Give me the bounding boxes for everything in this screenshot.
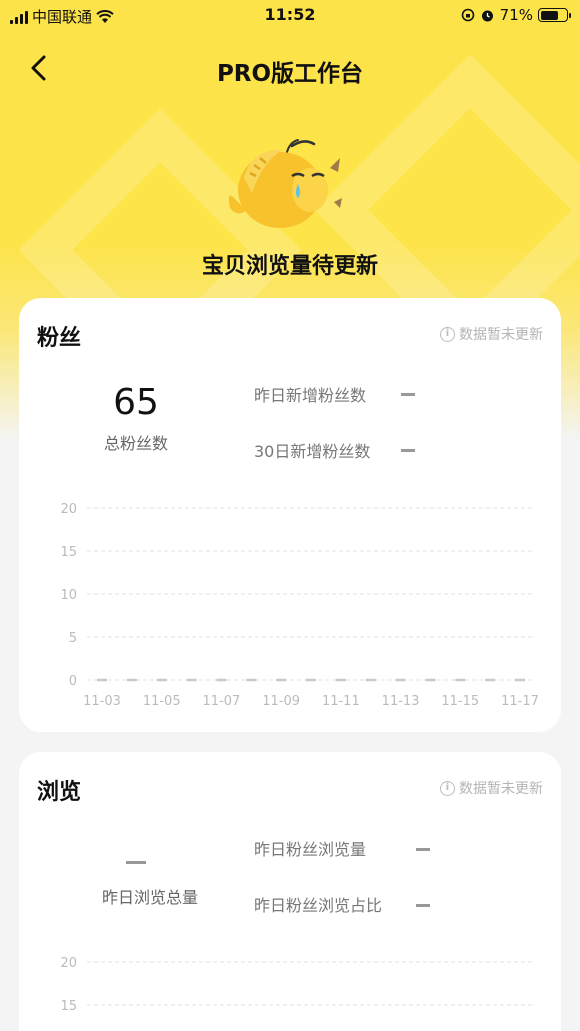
views-card-title: 浏览 bbox=[37, 780, 82, 805]
total-fans-label: 总粉丝数 bbox=[103, 434, 168, 453]
y-tick-label: 15 bbox=[60, 545, 77, 560]
fans-card: 粉丝 i 数据暂未更新 65 总粉丝数 昨日新增粉丝数 30日新增粉丝数 0 5 1… bbox=[19, 298, 561, 732]
y-tick-label: 20 bbox=[60, 502, 77, 517]
mascot-illustration bbox=[228, 139, 342, 228]
y-tick-label: 20 bbox=[60, 956, 77, 971]
yesterday-fan-views-label: 昨日粉丝浏览量 bbox=[254, 840, 367, 859]
fans-data-note[interactable]: i 数据暂未更新 bbox=[440, 324, 543, 344]
x-tick-label: 11-07 bbox=[203, 694, 241, 709]
rotation-lock-icon bbox=[461, 8, 474, 22]
month-new-fans-value bbox=[401, 449, 415, 452]
y-tick-label: 5 bbox=[69, 631, 77, 646]
fans-trend-chart: 0 5 10 15 20 11-03 11-05 11-07 11-09 11-11 11-13 11… bbox=[60, 502, 539, 709]
views-note-text: 数据暂未更新 bbox=[459, 781, 543, 797]
info-icon: i bbox=[440, 326, 455, 342]
x-tick-label: 11-03 bbox=[83, 694, 121, 709]
x-tick-label: 11-09 bbox=[262, 694, 300, 709]
views-trend-chart: 1520 bbox=[60, 956, 535, 1014]
x-tick-label: 11-17 bbox=[501, 694, 539, 709]
info-icon: i bbox=[440, 780, 455, 796]
yesterday-fan-views-value bbox=[416, 848, 430, 851]
yesterday-new-fans-value bbox=[401, 393, 415, 396]
fans-note-text: 数据暂未更新 bbox=[459, 327, 543, 343]
x-tick-label: 11-15 bbox=[441, 694, 479, 709]
battery-icon bbox=[538, 8, 571, 22]
y-tick-label: 10 bbox=[60, 588, 77, 603]
x-tick-label: 11-13 bbox=[382, 694, 420, 709]
battery-percent: 71% bbox=[499, 6, 533, 24]
month-new-fans-label: 30日新增粉丝数 bbox=[254, 442, 371, 461]
alarm-icon bbox=[481, 10, 493, 21]
total-views-value bbox=[126, 861, 146, 864]
status-bar: 中国联通 11:52 71% bbox=[0, 0, 580, 34]
total-fans-value: 65 bbox=[113, 382, 159, 423]
yesterday-new-fans-label: 昨日新增粉丝数 bbox=[254, 386, 367, 405]
views-card: 浏览 i 数据暂未更新 昨日浏览总量 昨日粉丝浏览量 昨日粉丝浏览占比 15 20 bbox=[19, 752, 561, 1031]
hero-message: 宝贝浏览量待更新 bbox=[201, 254, 378, 279]
x-tick-label: 11-05 bbox=[143, 694, 181, 709]
y-tick-label: 0 bbox=[69, 674, 77, 689]
yesterday-fan-views-ratio-value bbox=[416, 904, 430, 907]
x-tick-label: 11-11 bbox=[322, 694, 360, 709]
views-data-note[interactable]: i 数据暂未更新 bbox=[440, 778, 543, 798]
y-tick-label: 15 bbox=[60, 999, 77, 1014]
yesterday-fan-views-ratio-label: 昨日粉丝浏览占比 bbox=[254, 896, 383, 915]
total-views-label: 昨日浏览总量 bbox=[101, 888, 198, 907]
nav-bar: PRO版工作台 bbox=[0, 44, 580, 94]
fans-card-title: 粉丝 bbox=[37, 326, 82, 351]
page-title: PRO版工作台 bbox=[216, 61, 364, 87]
